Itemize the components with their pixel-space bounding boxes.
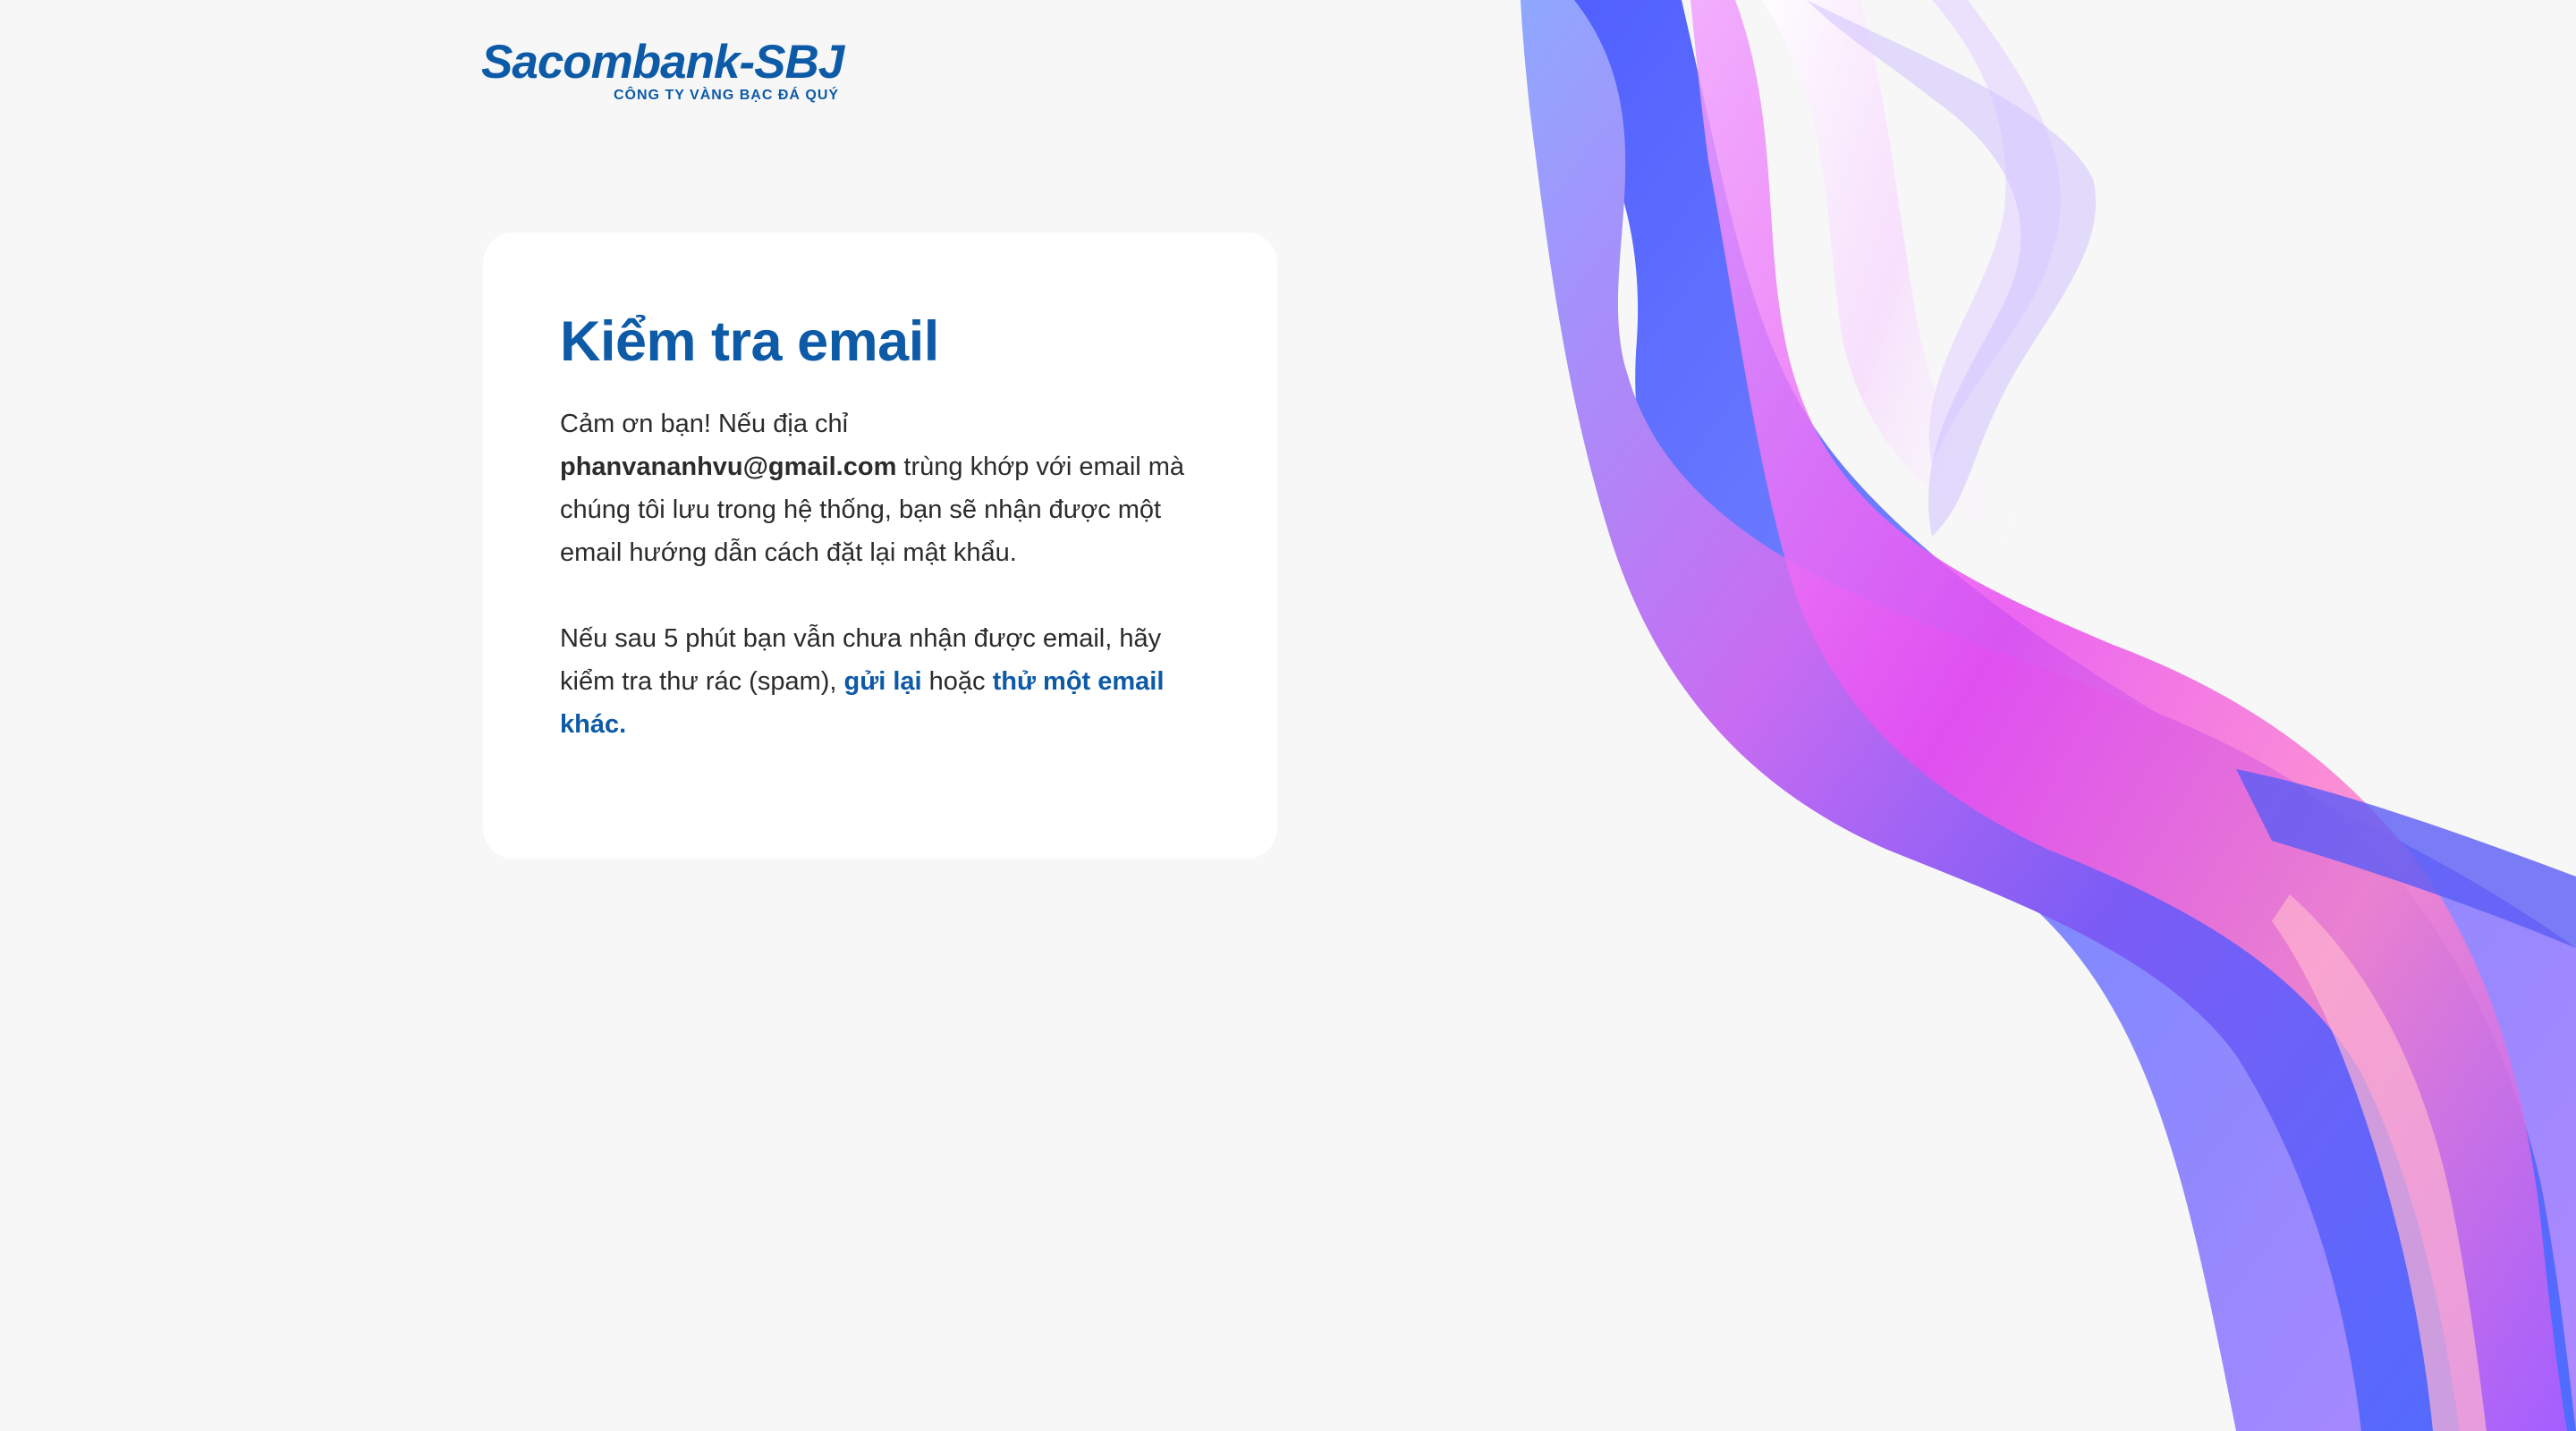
confirmation-prefix: Cảm ơn bạn! Nếu địa chỉ xyxy=(560,410,849,438)
decorative-ribbon-image xyxy=(1521,0,2576,1431)
check-email-card: Kiểm tra email Cảm ơn bạn! Nếu địa chỉ p… xyxy=(483,233,1277,859)
sacombank-sbj-logo[interactable]: Sacombank-SBJ CÔNG TY VÀNG BẠC ĐÁ QUÝ xyxy=(481,36,844,107)
spam-hint-message: Nếu sau 5 phút bạn vẫn chưa nhận được em… xyxy=(560,617,1186,746)
resend-link[interactable]: gửi lại xyxy=(844,667,922,696)
page-title: Kiểm tra email xyxy=(560,310,939,373)
email-address: phanvananhvu@gmail.com xyxy=(560,453,897,481)
logo-wordmark: Sacombank-SBJ xyxy=(481,36,844,89)
spam-hint-middle: hoặc xyxy=(921,667,993,696)
confirmation-message: Cảm ơn bạn! Nếu địa chỉ phanvananhvu@gma… xyxy=(560,402,1186,574)
page: Sacombank-SBJ CÔNG TY VÀNG BẠC ĐÁ QUÝ Ki… xyxy=(0,0,2576,1431)
logo-subtitle: CÔNG TY VÀNG BẠC ĐÁ QUÝ xyxy=(614,88,840,103)
